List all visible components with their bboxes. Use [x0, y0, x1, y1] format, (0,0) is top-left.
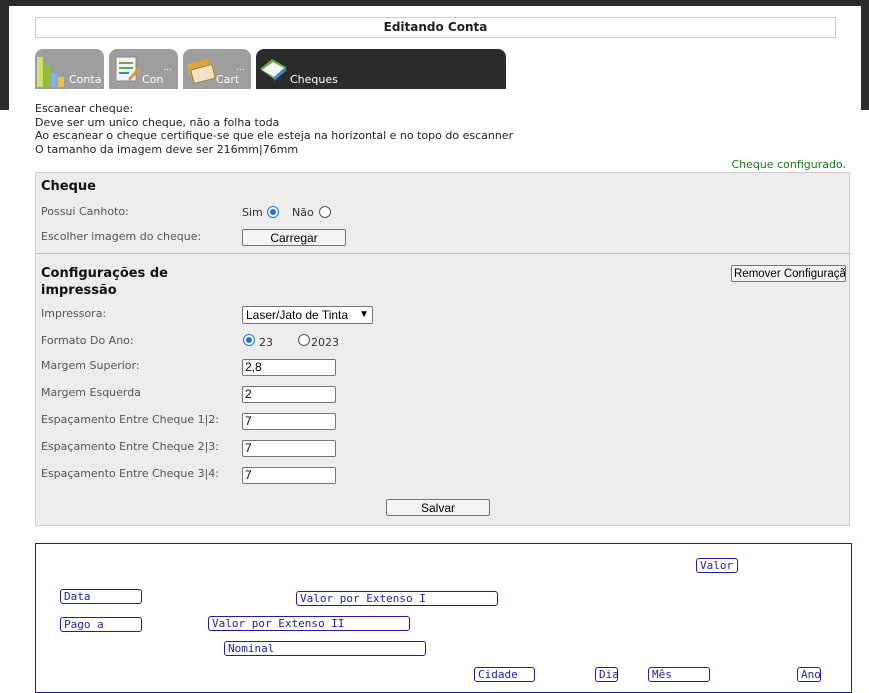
field-nominal[interactable]: Nominal [224, 641, 426, 656]
card-icon [187, 58, 216, 84]
document-icon [115, 56, 140, 82]
field-cidade[interactable]: Cidade [474, 667, 535, 682]
espacamento-12-label: Espaçamento Entre Cheque 1|2: [41, 413, 220, 426]
field-dia[interactable]: Dia [595, 667, 618, 682]
espacamento-34-input[interactable]: 7 [242, 467, 336, 484]
bar-chart-icon [37, 57, 64, 87]
field-valor[interactable]: Valor [696, 558, 738, 573]
impressora-value: Laser/Jato de Tinta [246, 308, 349, 322]
right-dark-bar [861, 6, 869, 110]
field-pago-a[interactable]: Pago a [60, 617, 142, 632]
espacamento-23-label: Espaçamento Entre Cheque 2|3: [41, 440, 220, 453]
radio-formato-23[interactable] [243, 334, 255, 346]
section-title-line: Configurações de [41, 266, 168, 281]
tab-conta[interactable]: Conta [35, 49, 104, 89]
radio-canhoto-nao[interactable] [319, 206, 331, 218]
chevron-down-icon: ▼ [359, 309, 369, 320]
tab-con[interactable]: Con ... [109, 49, 178, 89]
tab-cart[interactable]: Cart ... [183, 49, 251, 89]
espacamento-12-input[interactable]: 7 [242, 413, 336, 430]
instruction-line: O tamanho da imagem deve ser 216mm|76mm [35, 142, 299, 156]
espacamento-34-label: Espaçamento Entre Cheque 3|4: [41, 467, 220, 480]
tab-label: Con [142, 73, 164, 86]
tab-label: Cheques [290, 73, 338, 86]
formato-label: Formato Do Ano: [41, 334, 134, 347]
radio-sim-label: Sim [242, 206, 263, 219]
field-ano[interactable]: Ano [797, 667, 821, 682]
section-title: Configurações de impressão [41, 265, 168, 299]
margem-superior-label: Margem Superior: [41, 359, 140, 372]
instruction-line: Ao escanear o cheque certifique-se que e… [35, 129, 514, 142]
status-message: Cheque configurado. [731, 158, 846, 171]
tab-cheques[interactable]: Cheques [256, 49, 506, 89]
instruction-line: Escanear cheque: [35, 102, 134, 115]
field-data[interactable]: Data [60, 589, 142, 604]
print-config-panel: Configurações de impressão Remover Confi… [35, 254, 850, 526]
radio-canhoto-sim[interactable] [267, 206, 279, 218]
field-mes[interactable]: Mês [648, 667, 710, 682]
impressora-select[interactable]: Laser/Jato de Tinta ▼ [242, 306, 373, 324]
radio-23-label: 23 [259, 336, 273, 349]
field-valor-extenso-1[interactable]: Valor por Extenso I [296, 591, 498, 606]
tab-more: ... [163, 63, 172, 73]
tab-label: Cart [216, 73, 240, 86]
radio-nao-label: Não [292, 206, 314, 219]
instruction-line: Deve ser um unico cheque, não a folha to… [35, 115, 280, 129]
tab-label: Conta [69, 73, 102, 86]
remover-configuracao-button[interactable]: Remover Configuração [731, 265, 846, 282]
radio-formato-2023[interactable] [298, 334, 310, 346]
carregar-button[interactable]: Carregar [242, 229, 346, 246]
page-title: Editando Conta [35, 17, 836, 38]
canhoto-label: Possui Canhoto: [41, 205, 129, 218]
salvar-button[interactable]: Salvar [386, 499, 490, 516]
tab-more: ... [236, 63, 245, 73]
radio-2023-label: 2023 [311, 336, 339, 349]
margem-esquerda-input[interactable]: 2 [242, 386, 336, 403]
section-title: Cheque [41, 179, 96, 194]
margem-esquerda-label: Margem Esquerda [41, 386, 141, 399]
field-valor-extenso-2[interactable]: Valor por Extenso II [208, 616, 410, 631]
section-title-line: impressão [41, 283, 117, 298]
cheque-panel: Cheque Possui Canhoto: Sim Não Escolher … [35, 172, 850, 254]
book-icon [260, 59, 286, 81]
left-dark-bar [0, 6, 9, 110]
impressora-label: Impressora: [41, 307, 107, 320]
imagem-label: Escolher imagem do cheque: [41, 230, 202, 243]
espacamento-23-input[interactable]: 7 [242, 440, 336, 457]
scan-instructions: Escanear cheque: Deve ser um unico cheque… [35, 102, 513, 156]
margem-superior-input[interactable]: 2,8 [242, 359, 336, 376]
